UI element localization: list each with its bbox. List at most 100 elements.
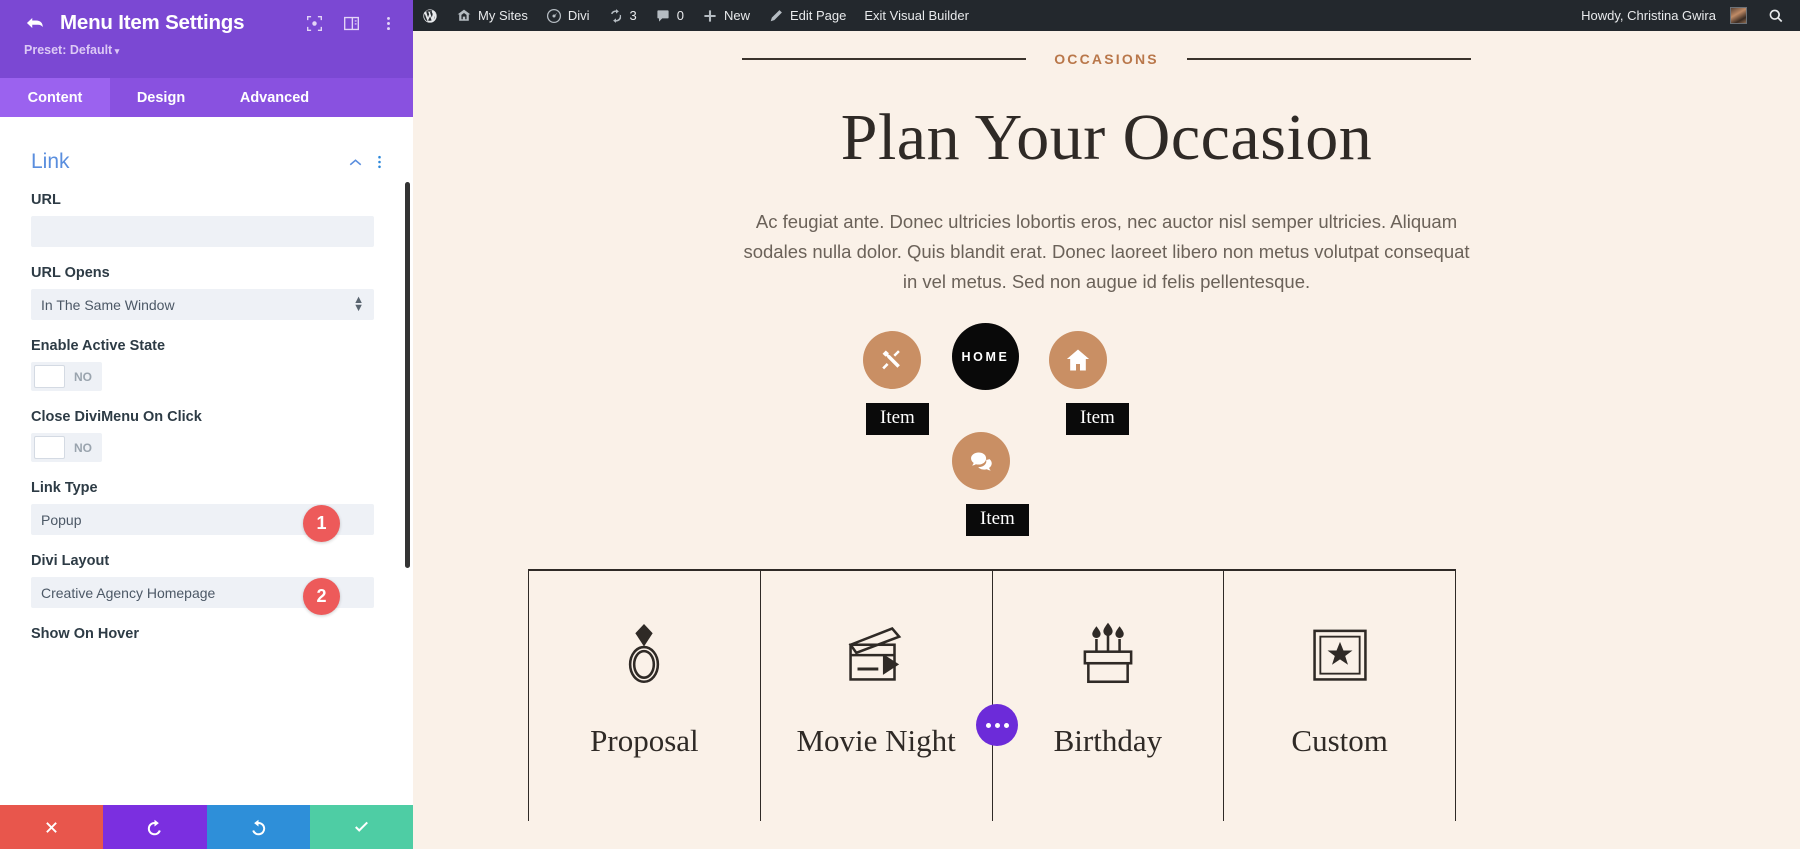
my-sites-label: My Sites: [478, 8, 528, 23]
divi-layout-value: Creative Agency Homepage: [41, 584, 216, 601]
menu-circle-tools[interactable]: [863, 331, 921, 389]
occasion-card-birthday[interactable]: Birthday: [993, 571, 1225, 821]
settings-tabs: Content Design Advanced: [0, 78, 413, 117]
clapperboard-icon: [839, 611, 913, 697]
admin-search-button[interactable]: [1756, 8, 1800, 24]
card-title-custom: Custom: [1291, 723, 1388, 758]
edit-page-label: Edit Page: [790, 8, 847, 23]
field-label-close-divimenu-on-click: Close DiviMenu On Click: [31, 409, 202, 425]
field-enable-active-state: Enable Active State NO: [31, 338, 382, 391]
page-title: Menu Item Settings: [60, 11, 245, 34]
my-sites-menu[interactable]: My Sites: [447, 0, 537, 31]
url-opens-select[interactable]: In The Same Window ▲ ▼: [31, 289, 374, 320]
field-label-enable-active-state: Enable Active State: [31, 338, 166, 354]
search-icon: [1769, 9, 1783, 22]
menu-item-label-house: Item: [1066, 403, 1129, 435]
eyebrow-row: OCCASIONS: [413, 51, 1800, 67]
preset-label: Preset: Default: [24, 43, 113, 57]
tab-advanced[interactable]: Advanced: [212, 78, 337, 117]
close-divimenu-value: NO: [74, 440, 92, 455]
edit-page-menu[interactable]: Edit Page: [759, 0, 855, 31]
admin-bar-right: Howdy, Christina Gwira: [1572, 0, 1800, 31]
comment-bubble-icon: [657, 9, 669, 22]
preset-selector[interactable]: Preset: Default ▾: [24, 43, 397, 57]
settings-scrollbar[interactable]: [405, 182, 410, 568]
exit-visual-builder-label: Exit Visual Builder: [864, 8, 969, 23]
tools-wrench-screwdriver-icon: [882, 350, 900, 370]
chevron-up-icon[interactable]: [348, 155, 363, 170]
account-menu[interactable]: Howdy, Christina Gwira: [1572, 0, 1756, 31]
cancel-button[interactable]: [0, 805, 104, 849]
url-input[interactable]: [31, 216, 374, 247]
updates-refresh-icon: [610, 8, 621, 23]
card-title-proposal: Proposal: [590, 723, 699, 758]
layout-panel-icon[interactable]: [343, 15, 360, 32]
link-section-header: Link: [31, 150, 382, 174]
undo-button[interactable]: [103, 805, 207, 849]
new-label: New: [723, 8, 750, 23]
annotation-badge-1: 1: [303, 505, 340, 542]
divi-gauge-icon: [546, 8, 561, 23]
settings-body: Link URL URL Opens In The Same Window ▲ ▼: [0, 117, 413, 805]
comments-menu[interactable]: 0: [646, 0, 693, 31]
greeting-label: Howdy, Christina Gwira: [1581, 8, 1716, 23]
card-title-birthday: Birthday: [1053, 723, 1163, 758]
module-settings-fab[interactable]: [976, 704, 1018, 746]
menu-circle-chat[interactable]: [952, 432, 1010, 490]
divider-left: [742, 58, 1027, 60]
comments-count: 0: [676, 8, 684, 23]
enable-active-state-toggle[interactable]: NO: [31, 362, 102, 391]
gift-star-box-icon: [1303, 611, 1377, 697]
wordpress-admin-bar: My Sites Divi 3 0 New Edit Page Exit Vis…: [413, 0, 1800, 31]
back-arrow-icon[interactable]: [22, 10, 48, 36]
toggle-knob: [34, 436, 65, 459]
chevron-down-icon: ▾: [112, 46, 120, 56]
field-label-divi-layout: Divi Layout: [31, 553, 110, 569]
occasion-card-custom[interactable]: Custom: [1224, 571, 1456, 821]
section-heading: Plan Your Occasion: [840, 101, 1373, 174]
menu-circle-home-active[interactable]: HOME: [952, 323, 1019, 390]
menu-item-label-chat: Item: [966, 504, 1029, 536]
updates-menu[interactable]: 3: [599, 0, 646, 31]
wordpress-logo-icon: [423, 8, 437, 23]
settings-action-bar: [0, 805, 413, 849]
birthday-cake-icon: [1071, 611, 1145, 697]
new-content-menu[interactable]: New: [693, 0, 759, 31]
divider-right: [1186, 58, 1471, 60]
menu-circle-house[interactable]: [1049, 331, 1107, 389]
field-label-url: URL: [31, 192, 61, 208]
field-url-opens: URL Opens In The Same Window ▲ ▼: [31, 265, 382, 320]
fullscreen-icon[interactable]: [306, 15, 323, 32]
settings-panel-header: Menu Item Settings Preset: Default ▾: [0, 0, 413, 78]
tab-content[interactable]: Content: [0, 78, 110, 117]
select-arrows-icon: ▲ ▼: [353, 293, 364, 315]
url-opens-value: In The Same Window: [41, 296, 175, 313]
menu-item-label-tools: Item: [866, 403, 929, 435]
pencil-icon: [770, 9, 782, 21]
wp-logo-button[interactable]: [413, 0, 447, 31]
plus-icon: [704, 9, 716, 22]
close-divimenu-toggle[interactable]: NO: [31, 433, 102, 462]
divi-menu[interactable]: Divi: [537, 0, 599, 31]
exit-visual-builder-menu[interactable]: Exit Visual Builder: [855, 0, 978, 31]
ellipsis-dots-icon: [1003, 722, 1009, 728]
home-label: HOME: [961, 349, 1010, 364]
kebab-menu-icon[interactable]: [380, 15, 397, 32]
ellipsis-dots-icon: [985, 722, 991, 728]
field-show-on-hover: Show On Hover: [31, 626, 382, 642]
occasion-card-movie-night[interactable]: Movie Night: [761, 571, 993, 821]
chat-bubbles-icon: [970, 452, 992, 470]
field-label-show-on-hover: Show On Hover: [31, 626, 139, 642]
divi-label: Divi: [567, 8, 590, 23]
eyebrow-label: OCCASIONS: [1054, 51, 1159, 67]
save-button[interactable]: [309, 805, 413, 849]
engagement-ring-icon: [607, 611, 681, 697]
redo-button[interactable]: [206, 805, 310, 849]
occasion-card-proposal[interactable]: Proposal: [528, 571, 761, 821]
tab-design[interactable]: Design: [110, 78, 212, 117]
toggle-knob: [34, 365, 65, 388]
section-kebab-menu-icon[interactable]: [377, 154, 382, 170]
field-link-type: Link Type Popup 1: [31, 480, 382, 542]
link-type-value: Popup: [41, 511, 82, 528]
field-label-url-opens: URL Opens: [31, 265, 110, 281]
